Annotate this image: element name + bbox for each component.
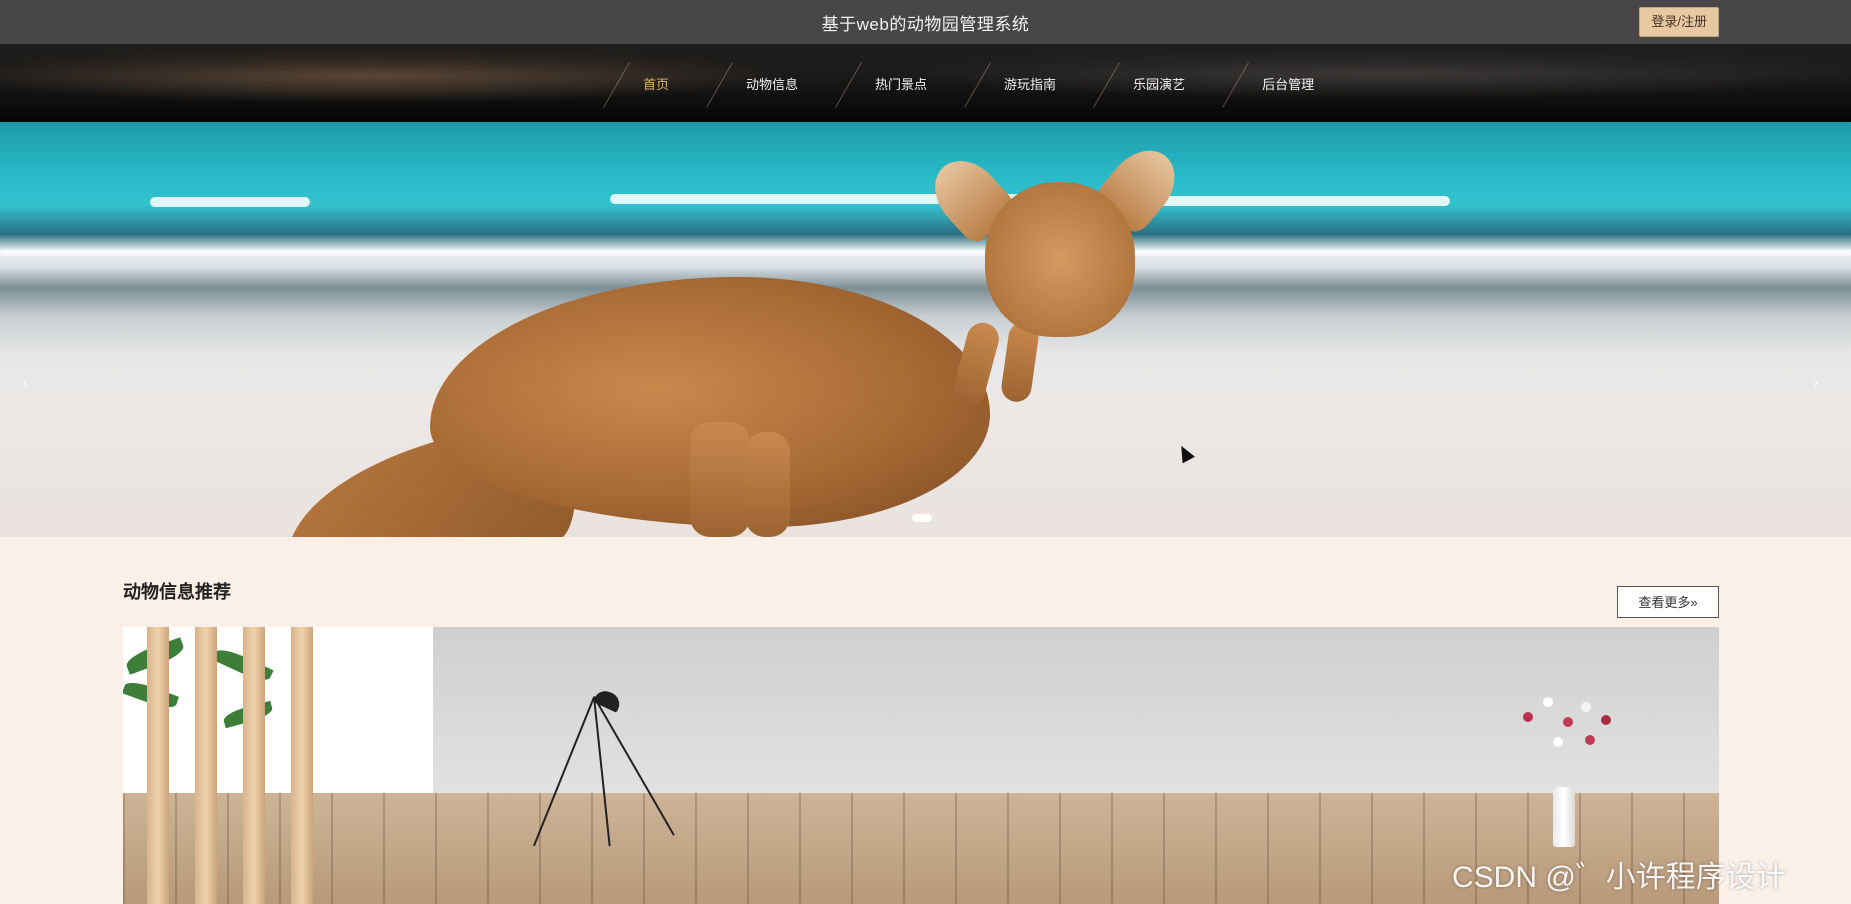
nav-item-park-shows[interactable]: 乐园演艺 xyxy=(1088,44,1217,122)
chevron-right-icon[interactable]: › xyxy=(1806,374,1826,390)
wooden-slat xyxy=(147,627,169,904)
kangaroo-leg xyxy=(745,432,790,537)
top-bar: 基于web的动物园管理系统 登录/注册 xyxy=(0,0,1851,44)
flower xyxy=(1601,715,1611,725)
wave-foam xyxy=(150,197,310,207)
kangaroo-leg xyxy=(690,422,750,537)
nav-items: 首页 动物信息 热门景点 游玩指南 乐园演艺 后台管理 xyxy=(598,44,1346,122)
nav-item-admin[interactable]: 后台管理 xyxy=(1217,44,1346,122)
hero-banner[interactable]: ‹ › xyxy=(0,122,1851,537)
flower xyxy=(1523,712,1533,722)
flower xyxy=(1553,737,1563,747)
kangaroo-head xyxy=(985,182,1135,337)
nav-item-home[interactable]: 首页 xyxy=(598,44,701,122)
shoreline xyxy=(0,250,1851,256)
section-title: 动物信息推荐 xyxy=(123,582,231,602)
wooden-slat xyxy=(243,627,265,904)
login-register-button[interactable]: 登录/注册 xyxy=(1639,7,1719,37)
site-title: 基于web的动物园管理系统 xyxy=(821,14,1030,34)
main-nav: 首页 动物信息 热门景点 游玩指南 乐园演艺 后台管理 xyxy=(0,44,1851,122)
nav-item-hot-attractions[interactable]: 热门景点 xyxy=(830,44,959,122)
flower xyxy=(1585,735,1595,745)
wooden-slat xyxy=(291,627,313,904)
chevron-left-icon[interactable]: ‹ xyxy=(15,374,35,390)
nav-item-visit-guide[interactable]: 游玩指南 xyxy=(959,44,1088,122)
wave-foam xyxy=(1150,196,1450,206)
flower xyxy=(1543,697,1553,707)
slider-dot-active[interactable] xyxy=(912,514,932,522)
flower xyxy=(1563,717,1573,727)
flower xyxy=(1581,702,1591,712)
view-more-button[interactable]: 查看更多» xyxy=(1617,586,1719,618)
watermark: CSDN @゛小许程序设计 xyxy=(1452,861,1786,894)
wooden-slat xyxy=(195,627,217,904)
vase xyxy=(1553,787,1575,847)
nav-item-animal-info[interactable]: 动物信息 xyxy=(701,44,830,122)
